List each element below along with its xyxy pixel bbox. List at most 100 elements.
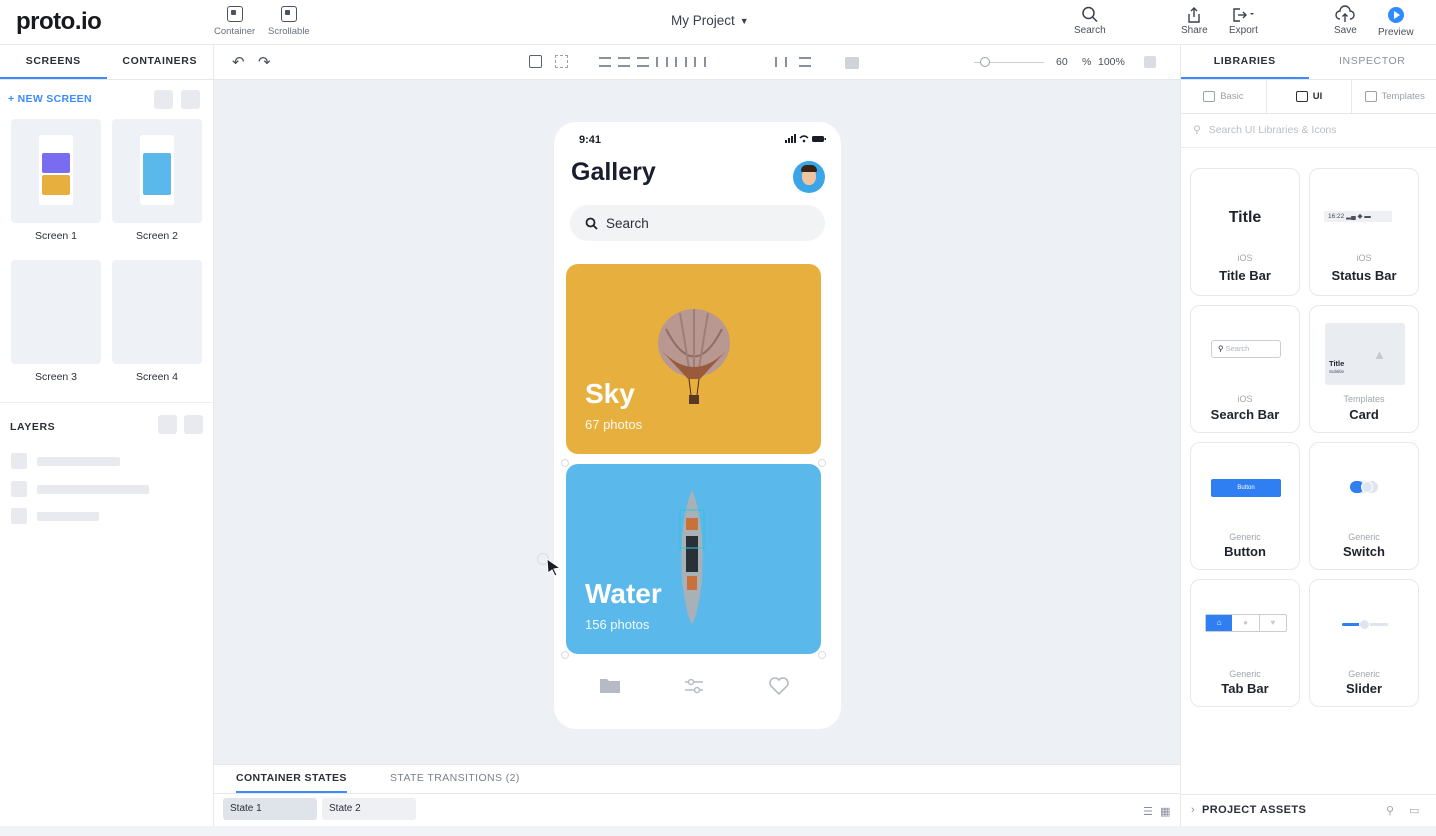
resize-handle[interactable]: [818, 459, 826, 467]
screens-option-button[interactable]: [181, 90, 200, 109]
group-icon[interactable]: [555, 55, 568, 68]
tab-libraries[interactable]: LIBRARIES: [1181, 45, 1309, 79]
align-left-icon[interactable]: [656, 57, 668, 67]
share-label: Share: [1181, 25, 1208, 36]
image-icon[interactable]: ▭: [1409, 804, 1419, 817]
screen-label: Screen 3: [34, 371, 78, 383]
search-input[interactable]: Search: [570, 205, 825, 241]
subtab-ui[interactable]: UI: [1266, 80, 1353, 113]
chat-icon: ●: [1232, 615, 1260, 631]
canvas-toolbar: ↶ ↷ 60 % 100%: [214, 45, 1180, 80]
ui-components-icon: [1295, 91, 1308, 102]
gallery-card-water[interactable]: Water 156 photos: [566, 464, 821, 654]
library-item-slider[interactable]: Generic Slider: [1309, 579, 1419, 707]
screen-thumbnail[interactable]: [112, 260, 202, 364]
screen-thumbnail[interactable]: [112, 119, 202, 223]
zoom-value[interactable]: 60: [1056, 56, 1068, 68]
arrange-icon[interactable]: [845, 57, 859, 69]
export-button[interactable]: Export: [1229, 5, 1258, 36]
right-tabs: LIBRARIES INSPECTOR: [1181, 45, 1436, 80]
project-assets-label: › PROJECT ASSETS: [1191, 804, 1307, 816]
library-search-placeholder: Search UI Libraries & Icons: [1208, 124, 1337, 136]
zoom-reset-button[interactable]: 100%: [1098, 56, 1125, 68]
resize-handle[interactable]: [818, 651, 826, 659]
search-icon[interactable]: ⚲: [1386, 804, 1394, 817]
scrollable-tool-button[interactable]: Scrollable: [268, 6, 310, 37]
align-right-icon[interactable]: [694, 57, 706, 67]
save-button[interactable]: Save: [1334, 5, 1357, 36]
search-button[interactable]: Search: [1074, 5, 1106, 36]
zoom-slider-handle[interactable]: [980, 57, 990, 67]
screen-preview: [39, 135, 73, 205]
distribute-horizontal-icon[interactable]: [775, 57, 787, 67]
app-logo[interactable]: proto.io: [16, 8, 102, 36]
undo-icon[interactable]: ↶: [232, 53, 245, 71]
layers-option-button[interactable]: [158, 415, 177, 434]
tab-screens[interactable]: SCREENS: [0, 45, 107, 79]
share-button[interactable]: Share: [1181, 5, 1208, 36]
avatar[interactable]: [793, 161, 825, 193]
layer-placeholder: [11, 508, 99, 524]
screens-option-button[interactable]: [154, 90, 173, 109]
card-title: Sky: [585, 378, 635, 409]
heart-icon[interactable]: [768, 676, 790, 696]
tab-container-states[interactable]: CONTAINER STATES: [236, 772, 347, 793]
grid-view-icon[interactable]: ▦: [1160, 805, 1170, 818]
align-top-icon[interactable]: [599, 57, 611, 67]
home-icon: ⌂: [1206, 615, 1233, 631]
library-item-card[interactable]: Title Subtitle ▲ Templates Card: [1309, 305, 1419, 433]
fit-screen-icon[interactable]: [1144, 56, 1156, 68]
library-item-search-bar[interactable]: ⚲ Search iOS Search Bar: [1190, 305, 1300, 433]
play-icon: [1387, 7, 1404, 23]
export-label: Export: [1229, 25, 1258, 36]
library-item-title-bar[interactable]: Title iOS Title Bar: [1190, 168, 1300, 296]
search-icon: ⚲: [1193, 124, 1201, 136]
resize-handle[interactable]: [561, 651, 569, 659]
align-center-icon[interactable]: [675, 57, 687, 67]
library-search-input[interactable]: ⚲ Search UI Libraries & Icons: [1193, 124, 1337, 136]
align-bottom-icon[interactable]: [637, 57, 649, 67]
align-middle-icon[interactable]: [618, 57, 630, 67]
search-bar-preview: ⚲ Search: [1211, 340, 1281, 358]
new-screen-button[interactable]: + NEW SCREEN: [8, 93, 92, 105]
card-preview: Title Subtitle ▲: [1325, 323, 1405, 385]
search-label: Search: [1074, 25, 1106, 36]
folder-icon[interactable]: [599, 676, 621, 694]
save-label: Save: [1334, 25, 1357, 36]
hot-air-balloon-image: [658, 309, 730, 404]
page-title: Gallery: [571, 158, 656, 186]
redo-icon[interactable]: ↷: [258, 53, 271, 71]
subtab-templates[interactable]: Templates: [1352, 80, 1436, 113]
container-tool-button[interactable]: Container: [214, 6, 255, 37]
phone-mockup[interactable]: 9:41 Gallery Search Sky 67 photos Water …: [554, 122, 841, 729]
divider: [0, 402, 214, 403]
subtab-basic[interactable]: Basic: [1181, 80, 1267, 113]
library-subtabs: Basic UI Templates: [1181, 80, 1436, 114]
library-item-switch[interactable]: Generic Switch: [1309, 442, 1419, 570]
list-view-icon[interactable]: ☰: [1143, 805, 1153, 818]
project-assets-bar[interactable]: › PROJECT ASSETS ⚲ ▭: [1181, 794, 1436, 824]
tab-inspector[interactable]: INSPECTOR: [1309, 45, 1436, 79]
tab-state-transitions[interactable]: STATE TRANSITIONS (2): [390, 772, 520, 791]
state-item[interactable]: State 2: [322, 798, 416, 820]
frame-select-icon[interactable]: [529, 55, 542, 68]
library-item-tab-bar[interactable]: ⌂ ● ♥ Generic Tab Bar: [1190, 579, 1300, 707]
zoom-unit: %: [1082, 56, 1092, 68]
resize-handle[interactable]: [561, 459, 569, 467]
left-panel: SCREENS CONTAINERS + NEW SCREEN Screen 1…: [0, 45, 214, 836]
slider-preview: [1342, 619, 1388, 630]
tab-containers[interactable]: CONTAINERS: [107, 45, 214, 79]
library-item-button[interactable]: Button Generic Button: [1190, 442, 1300, 570]
library-item-status-bar[interactable]: 16:22 ▂▄ ◆ ▬ iOS Status Bar: [1309, 168, 1419, 296]
distribute-vertical-icon[interactable]: [799, 57, 811, 67]
state-item[interactable]: State 1: [223, 798, 317, 820]
heart-icon: ♥: [1270, 618, 1276, 627]
preview-button[interactable]: Preview: [1378, 5, 1414, 38]
sliders-icon[interactable]: [683, 676, 705, 696]
layers-option-button[interactable]: [184, 415, 203, 434]
project-title-dropdown[interactable]: My Project ▼: [671, 13, 749, 28]
screen-thumbnail[interactable]: [11, 260, 101, 364]
image-icon: ▲: [1373, 347, 1386, 362]
screen-thumbnail[interactable]: [11, 119, 101, 223]
gallery-card-sky[interactable]: Sky 67 photos: [566, 264, 821, 454]
